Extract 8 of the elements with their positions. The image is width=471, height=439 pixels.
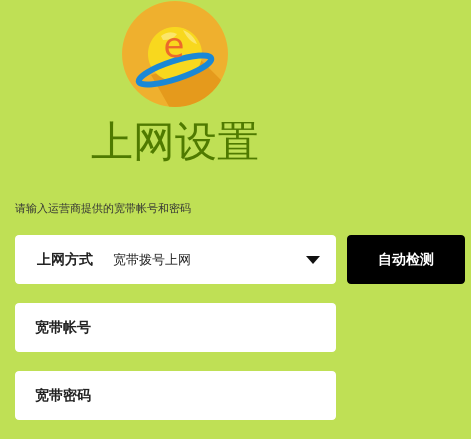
caret-icon xyxy=(306,256,320,264)
page-title: 上网设置 xyxy=(91,116,259,168)
account-field[interactable]: 宽带帐号 xyxy=(15,303,336,352)
password-field[interactable]: 宽带密码 xyxy=(15,371,336,420)
connection-type-select[interactable]: 上网方式 宽带拨号上网 xyxy=(15,235,336,284)
instruction-text: 请输入运营商提供的宽带帐号和密码 xyxy=(15,202,191,216)
globe-logo-icon: e xyxy=(121,0,229,108)
auto-detect-button[interactable]: 自动检测 xyxy=(347,235,465,284)
